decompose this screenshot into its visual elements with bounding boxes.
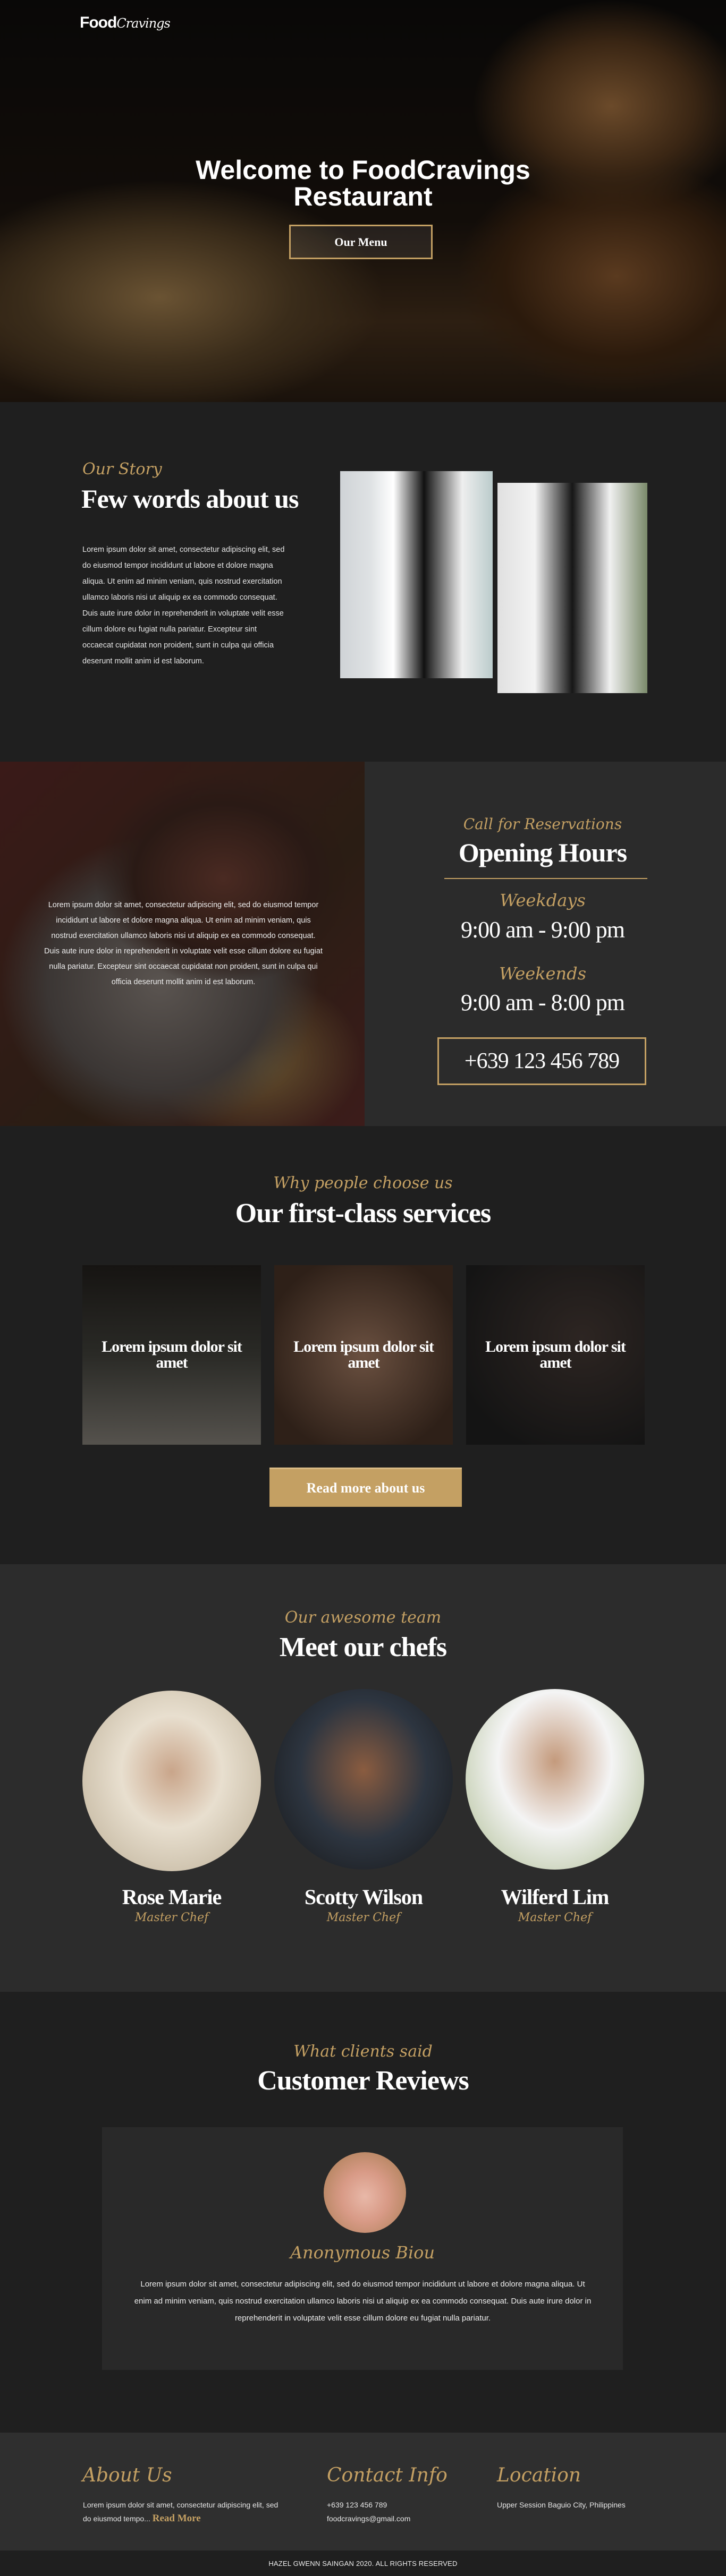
chef-avatar	[274, 1689, 453, 1870]
footer-phone: +639 123 456 789	[327, 2501, 387, 2509]
chef-photo-2	[497, 483, 647, 693]
services-eyebrow: Why people choose us	[273, 1174, 453, 1192]
chef-name: Rose Marie	[122, 1885, 222, 1909]
reviews-heading: Customer Reviews	[257, 2066, 469, 2096]
hours-eyebrow: Call for Reservations	[463, 815, 622, 833]
phone-button[interactable]: +639 123 456 789	[437, 1037, 646, 1085]
read-more-button[interactable]: Read more about us	[269, 1468, 462, 1507]
divider	[444, 878, 647, 879]
hero-section: FoodCravings Welcome to FoodCravings Res…	[0, 0, 726, 402]
our-menu-button[interactable]: Our Menu	[289, 225, 433, 259]
copyright: HAZEL GWENN SAINGAN 2020. ALL RIGHTS RES…	[0, 2551, 726, 2576]
logo-bold: Food	[80, 14, 117, 31]
chef-avatar	[82, 1691, 261, 1871]
hours-heading: Opening Hours	[458, 838, 627, 867]
footer-about-text: Lorem ipsum dolor sit amet, consectetur …	[83, 2498, 282, 2526]
service-card-title: Lorem ipsum dolor sit amet	[293, 1338, 434, 1371]
service-card-title: Lorem ipsum dolor sit amet	[485, 1338, 626, 1371]
chef-photo-1	[340, 471, 493, 678]
hero-title: Welcome to FoodCravings Restaurant	[196, 155, 530, 211]
about-eyebrow: Our Story	[82, 460, 162, 479]
chef-name: Scotty Wilson	[304, 1885, 423, 1909]
logo-script: Cravings	[116, 16, 171, 31]
footer-about-title: About Us	[82, 2464, 172, 2486]
review-text: Lorem ipsum dolor sit amet, consectetur …	[134, 2280, 592, 2323]
weekends-label: Weekends	[499, 963, 586, 984]
chef-role: Master Chef	[134, 1911, 209, 1924]
about-heading: Few words about us	[81, 484, 299, 514]
service-card[interactable]: Lorem ipsum dolor sit amet	[466, 1265, 645, 1445]
chef-role: Master Chef	[518, 1911, 592, 1924]
service-card[interactable]: Lorem ipsum dolor sit amet	[82, 1265, 261, 1445]
service-card[interactable]: Lorem ipsum dolor sit amet	[274, 1265, 453, 1445]
reviews-eyebrow: What clients said	[293, 2042, 433, 2061]
weekends-time: 9:00 am - 8:00 pm	[460, 990, 625, 1016]
footer-read-more-link[interactable]: Read More	[153, 2513, 201, 2524]
reviewer-avatar	[324, 2152, 406, 2233]
reviewer-name: Anonymous Biou	[290, 2242, 435, 2263]
weekdays-time: 9:00 am - 9:00 pm	[460, 917, 625, 943]
logo[interactable]: FoodCravings	[80, 14, 171, 32]
footer-contact-title: Contact Info	[327, 2464, 448, 2486]
services-heading: Our first-class services	[235, 1198, 491, 1229]
service-card-title: Lorem ipsum dolor sit amet	[102, 1338, 242, 1371]
footer-address: Upper Session Baguio City, Philippines	[497, 2501, 626, 2509]
chef-avatar	[466, 1689, 644, 1870]
about-text: Lorem ipsum dolor sit amet, consectetur …	[82, 545, 285, 666]
chef-name: Wilferd Lim	[501, 1885, 610, 1909]
team-heading: Meet our chefs	[279, 1632, 447, 1662]
hours-overlay-text: Lorem ipsum dolor sit amet, consectetur …	[44, 901, 323, 986]
footer-location-title: Location	[497, 2464, 581, 2486]
footer	[0, 2433, 726, 2551]
footer-email[interactable]: foodcravings@gmail.com	[327, 2512, 410, 2526]
team-eyebrow: Our awesome team	[284, 1608, 442, 1627]
chef-role: Master Chef	[326, 1911, 401, 1924]
weekdays-label: Weekdays	[500, 890, 586, 910]
